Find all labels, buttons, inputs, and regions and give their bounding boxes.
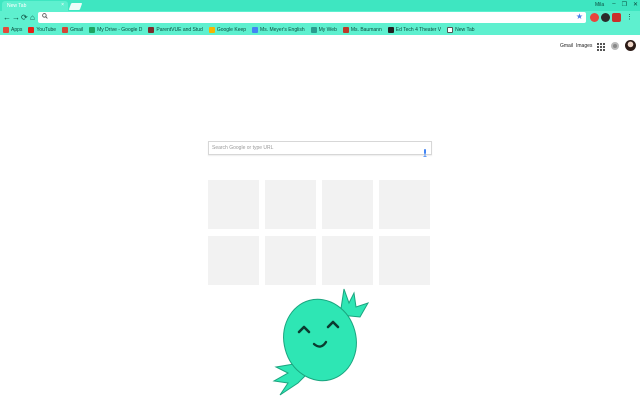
bookmark-label: My Web (318, 26, 337, 33)
close-window-icon[interactable]: ✕ (633, 1, 638, 8)
bookmark-favicon-icon (62, 26, 69, 33)
candy-mascot-illustration (270, 287, 382, 400)
most-visited-tiles (208, 180, 430, 285)
mic-icon[interactable] (423, 144, 427, 157)
bookmark-label: Apps (11, 26, 23, 33)
search-box (208, 141, 432, 157)
most-visited-tile[interactable] (208, 236, 259, 285)
most-visited-tile[interactable] (379, 180, 430, 229)
search-icon (42, 13, 48, 21)
extension-icon[interactable] (590, 13, 599, 22)
most-visited-tile[interactable] (379, 236, 430, 285)
forward-icon[interactable]: → (12, 13, 20, 22)
bookmark-favicon-icon (252, 26, 259, 33)
bookmark-favicon-icon (148, 26, 155, 33)
bookmark-favicon-icon (447, 26, 454, 33)
close-icon[interactable]: × (61, 2, 64, 8)
toolbar: ← → ⟳ ⌂ ★ ⋮ (0, 11, 640, 24)
gmail-link[interactable]: Gmail (560, 43, 573, 49)
reload-icon[interactable]: ⟳ (21, 13, 28, 22)
bookmark-item[interactable]: Ms. Meyer's English (252, 26, 305, 33)
bookmark-item[interactable]: ParentVUE and Stud (148, 26, 203, 33)
bookmark-label: Gmail (70, 26, 84, 33)
bookmark-label: Ed Tech 4 Theater V (395, 26, 442, 33)
bookmark-favicon-icon (310, 26, 317, 33)
most-visited-tile[interactable] (322, 180, 373, 229)
bookmark-item[interactable]: Google Keep (208, 26, 247, 33)
bookmark-item[interactable]: My Drive - Google D (89, 26, 143, 33)
most-visited-tile[interactable] (208, 180, 259, 229)
bookmark-favicon-icon (387, 26, 394, 33)
bookmark-item[interactable]: Ed Tech 4 Theater V (387, 26, 442, 33)
omnibox[interactable]: ★ (38, 12, 586, 23)
back-icon[interactable]: ← (3, 13, 11, 22)
bookmark-favicon-icon (342, 26, 349, 33)
bookmark-favicon-icon (3, 26, 9, 33)
bookmark-item[interactable]: Apps (3, 26, 23, 33)
most-visited-tile[interactable] (265, 180, 316, 229)
bookmark-label: ParentVUE and Stud (156, 26, 203, 33)
bookmark-item[interactable]: My Web (310, 26, 337, 33)
bookmark-label: My Drive - Google D (97, 26, 143, 33)
notifications-icon[interactable] (611, 42, 619, 50)
images-link[interactable]: Images (576, 43, 592, 49)
menu-icon[interactable]: ⋮ (626, 13, 633, 22)
bookmark-label: Google Keep (216, 26, 247, 33)
home-icon[interactable]: ⌂ (30, 13, 35, 22)
minimize-icon[interactable]: – (612, 1, 615, 8)
bookmark-item[interactable]: New Tab (447, 26, 475, 33)
tab-strip: New Tab × Mila – ❐ ✕ (0, 0, 640, 11)
bookmark-label: Ms. Meyer's English (260, 26, 305, 33)
apps-grid-icon[interactable] (597, 43, 605, 51)
tab-new-tab[interactable]: New Tab × (2, 1, 68, 11)
bookmark-item[interactable]: Gmail (62, 26, 84, 33)
bookmark-label: YouTube (36, 26, 57, 33)
tab-title: New Tab (7, 3, 27, 9)
bookmark-favicon-icon (28, 26, 35, 33)
bookmark-favicon-icon (89, 26, 96, 33)
profile-name[interactable]: Mila (595, 2, 604, 8)
avatar[interactable] (625, 40, 636, 51)
new-tab-button[interactable] (68, 3, 83, 10)
most-visited-tile[interactable] (265, 236, 316, 285)
maximize-icon[interactable]: ❐ (622, 1, 627, 8)
bookmark-item[interactable]: YouTube (28, 26, 57, 33)
search-input[interactable] (212, 143, 417, 153)
extension-shield-icon[interactable] (612, 13, 621, 22)
most-visited-tile[interactable] (322, 236, 373, 285)
bookmark-label: Ms. Baumann (350, 26, 382, 33)
extension-icon[interactable] (601, 13, 610, 22)
bookmarks-bar: Apps YouTube Gmail My Drive - Google D Paren… (0, 24, 640, 35)
window-controls: – ❐ ✕ (612, 1, 638, 8)
bookmark-favicon-icon (208, 26, 215, 33)
bookmark-label: New Tab (455, 26, 475, 33)
star-icon[interactable]: ★ (576, 12, 583, 22)
bookmark-item[interactable]: Ms. Baumann (342, 26, 382, 33)
